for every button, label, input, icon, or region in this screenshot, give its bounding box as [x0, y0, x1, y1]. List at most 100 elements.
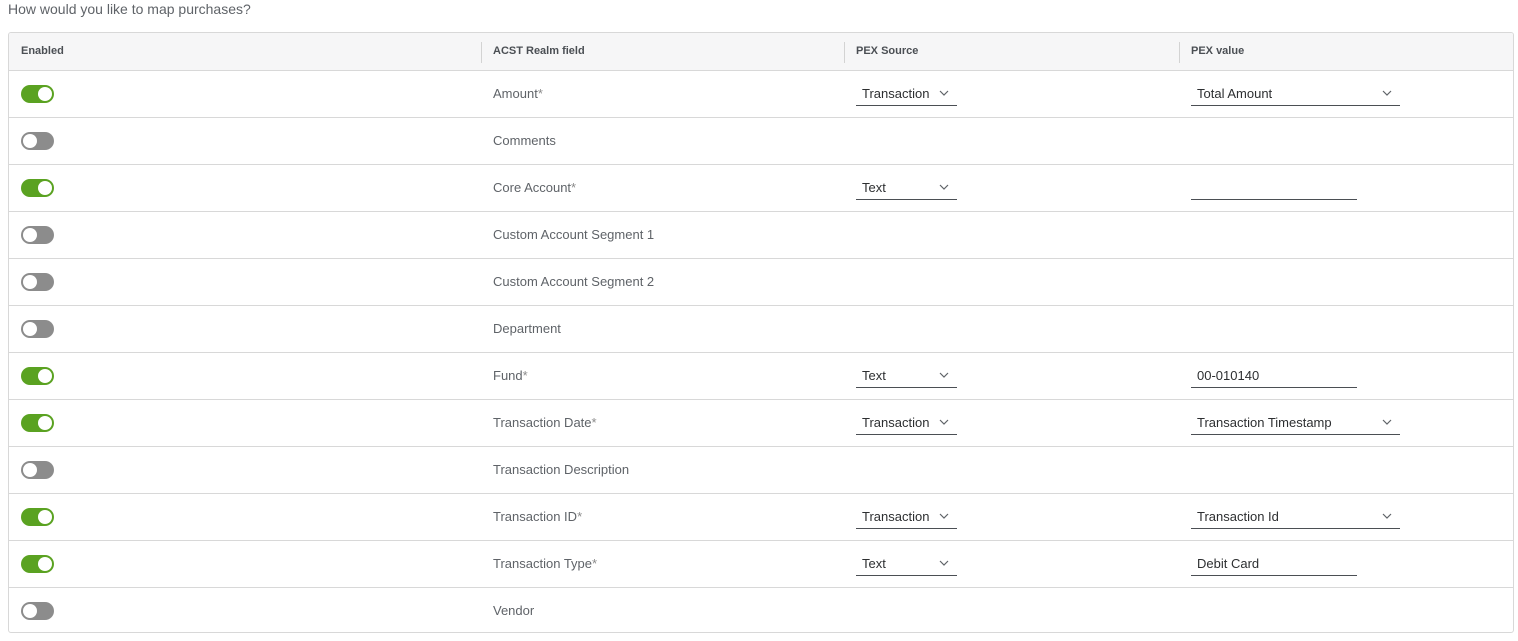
- pex-source-select[interactable]: Transaction: [856, 506, 957, 529]
- field-name: Transaction Description: [493, 462, 630, 477]
- chevron-down-icon: [939, 184, 949, 190]
- required-marker: *: [591, 415, 597, 430]
- toggle-knob: [38, 181, 52, 195]
- table-row: Custom Account Segment 2: [9, 259, 1513, 306]
- toggle-knob: [23, 463, 37, 477]
- mapping-page: How would you like to map purchases? Ena…: [0, 0, 1518, 641]
- toggle-knob: [23, 322, 37, 336]
- table-body: Amount* Transaction Total Amount Comments Co…: [9, 71, 1513, 632]
- field-name: Transaction Date: [493, 415, 592, 430]
- pex-value-selected: Total Amount: [1197, 86, 1273, 101]
- table-row: Transaction Date* Transaction Transaction …: [9, 400, 1513, 447]
- toggle-knob: [38, 416, 52, 430]
- toggle-knob: [38, 510, 52, 524]
- table-row: Custom Account Segment 1: [9, 212, 1513, 259]
- enabled-toggle[interactable]: [21, 132, 54, 150]
- table-header: Enabled ACST Realm field PEX Source PEX …: [9, 33, 1513, 71]
- pex-value-input[interactable]: 00-010140: [1191, 365, 1357, 388]
- header-divider: [844, 42, 845, 63]
- pex-value-selected: Transaction Timestamp: [1197, 415, 1332, 430]
- field-name: Core Account: [493, 180, 572, 195]
- realm-field-label: Vendor: [493, 588, 534, 632]
- table-row: Transaction Type* Text Debit Card: [9, 541, 1513, 588]
- chevron-down-icon: [939, 513, 949, 519]
- toggle-knob: [38, 557, 52, 571]
- pex-source-select[interactable]: Text: [856, 553, 957, 576]
- realm-field-label: Transaction ID*: [493, 494, 582, 540]
- pex-value-input[interactable]: Debit Card: [1191, 553, 1357, 576]
- enabled-toggle[interactable]: [21, 179, 54, 197]
- enabled-toggle[interactable]: [21, 555, 54, 573]
- pex-source-value: Transaction: [862, 509, 930, 524]
- enabled-toggle[interactable]: [21, 226, 54, 244]
- table-row: Transaction ID* Transaction Transaction Id: [9, 494, 1513, 541]
- enabled-toggle[interactable]: [21, 461, 54, 479]
- table-row: Amount* Transaction Total Amount: [9, 71, 1513, 118]
- realm-field-label: Core Account*: [493, 165, 576, 211]
- table-row: Core Account* Text: [9, 165, 1513, 212]
- pex-value-input[interactable]: [1191, 177, 1357, 200]
- realm-field-label: Department: [493, 306, 561, 352]
- required-marker: *: [537, 86, 543, 101]
- pex-source-value: Transaction: [862, 415, 930, 430]
- header-enabled: Enabled: [21, 45, 64, 57]
- required-marker: *: [592, 556, 598, 571]
- realm-field-label: Comments: [493, 118, 556, 164]
- enabled-toggle[interactable]: [21, 320, 54, 338]
- required-marker: *: [571, 180, 577, 195]
- table-row: Vendor: [9, 588, 1513, 632]
- chevron-down-icon: [939, 372, 949, 378]
- chevron-down-icon: [939, 560, 949, 566]
- pex-source-select[interactable]: Text: [856, 365, 957, 388]
- pex-value-text: Debit Card: [1197, 556, 1260, 571]
- realm-field-label: Transaction Description: [493, 447, 629, 493]
- toggle-knob: [23, 604, 37, 618]
- realm-field-label: Fund*: [493, 353, 528, 399]
- pex-value-select[interactable]: Transaction Timestamp: [1191, 412, 1400, 435]
- realm-field-label: Custom Account Segment 2: [493, 259, 654, 305]
- field-name: Custom Account Segment 1: [493, 227, 655, 242]
- realm-field-label: Transaction Date*: [493, 400, 597, 446]
- toggle-knob: [38, 87, 52, 101]
- header-pex-value: PEX value: [1191, 45, 1245, 57]
- toggle-knob: [23, 275, 37, 289]
- enabled-toggle[interactable]: [21, 414, 54, 432]
- header-divider: [481, 42, 482, 63]
- pex-source-select[interactable]: Text: [856, 177, 957, 200]
- table-row: Fund* Text 00-010140: [9, 353, 1513, 400]
- header-realm-field: ACST Realm field: [493, 45, 585, 57]
- pex-value-text: 00-010140: [1197, 368, 1260, 383]
- pex-source-select[interactable]: Transaction: [856, 83, 957, 106]
- required-marker: *: [522, 368, 528, 383]
- table-row: Department: [9, 306, 1513, 353]
- chevron-down-icon: [1382, 513, 1392, 519]
- enabled-toggle[interactable]: [21, 508, 54, 526]
- enabled-toggle[interactable]: [21, 602, 54, 620]
- enabled-toggle[interactable]: [21, 367, 54, 385]
- enabled-toggle[interactable]: [21, 273, 54, 291]
- pex-value-select[interactable]: Transaction Id: [1191, 506, 1400, 529]
- chevron-down-icon: [1382, 419, 1392, 425]
- chevron-down-icon: [939, 90, 949, 96]
- pex-value-select[interactable]: Total Amount: [1191, 83, 1400, 106]
- mapping-table: Enabled ACST Realm field PEX Source PEX …: [8, 32, 1514, 633]
- enabled-toggle[interactable]: [21, 85, 54, 103]
- field-name: Comments: [493, 133, 556, 148]
- pex-source-select[interactable]: Transaction: [856, 412, 957, 435]
- field-name: Transaction ID: [493, 509, 578, 524]
- required-marker: *: [577, 509, 583, 524]
- section-question: How would you like to map purchases?: [8, 1, 251, 17]
- table-row: Comments: [9, 118, 1513, 165]
- pex-value-selected: Transaction Id: [1197, 509, 1279, 524]
- field-name: Transaction Type: [493, 556, 592, 571]
- pex-source-value: Text: [862, 180, 886, 195]
- chevron-down-icon: [939, 419, 949, 425]
- chevron-down-icon: [1382, 90, 1392, 96]
- field-name: Amount: [493, 86, 538, 101]
- table-row: Transaction Description: [9, 447, 1513, 494]
- realm-field-label: Transaction Type*: [493, 541, 597, 587]
- field-name: Department: [493, 321, 561, 336]
- realm-field-label: Amount*: [493, 71, 543, 117]
- field-name: Fund: [493, 368, 523, 383]
- pex-source-value: Text: [862, 556, 886, 571]
